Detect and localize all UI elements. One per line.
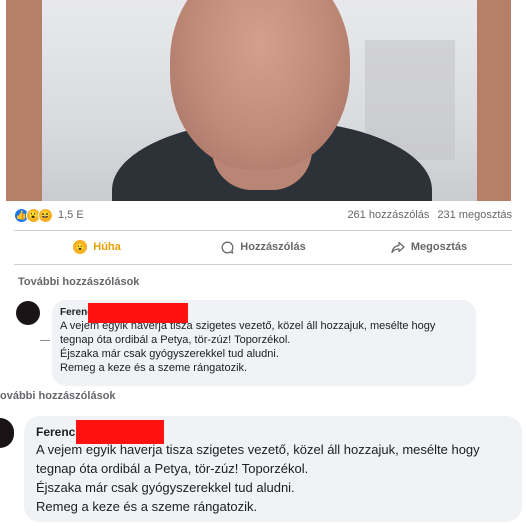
- more-comments-link[interactable]: További hozzászólások: [18, 276, 139, 288]
- video-frame[interactable]: [6, 0, 511, 201]
- comment-line: Remeg a keze és a szeme rángatozik.: [36, 499, 258, 514]
- comment-icon: [220, 240, 234, 254]
- person-face: [170, 0, 350, 170]
- share-button[interactable]: Megosztás: [346, 240, 512, 254]
- post-actions: 😮 Húha Hozzászólás Megosztás: [14, 233, 512, 261]
- react-button[interactable]: 😮 Húha: [14, 240, 180, 254]
- redaction-box: [88, 303, 188, 323]
- share-icon: [391, 240, 405, 254]
- avatar[interactable]: [16, 301, 40, 325]
- comment-line: tegnap óta ordibál a Petya, tör-zúz! Top…: [36, 461, 309, 476]
- avatar[interactable]: [0, 418, 14, 448]
- reaction-summary[interactable]: 👍 😮 😆 1,5 E: [14, 207, 84, 223]
- shares-count[interactable]: 231 megosztás: [437, 209, 512, 221]
- share-label: Megosztás: [410, 241, 468, 253]
- video-content: [42, 0, 477, 201]
- wow-icon: 😮: [73, 240, 88, 254]
- comment-line: Éjszaka már csak gyógyszerekkel tud alud…: [36, 480, 295, 495]
- divider: [14, 230, 512, 231]
- comment-line: Éjszaka már csak gyógyszerekkel tud alud…: [60, 348, 279, 360]
- reaction-count: 1,5 E: [58, 209, 84, 221]
- divider: [14, 264, 512, 265]
- thread-line: [40, 340, 50, 341]
- comment-line: tegnap óta ordibál a Petya, tör-zúz! Top…: [60, 334, 291, 346]
- post-stats: 👍 😮 😆 1,5 E 261 hozzászólás 231 megosztá…: [14, 205, 512, 225]
- haha-icon: 😆: [38, 207, 53, 223]
- comment-label: Hozzászólás: [240, 241, 306, 253]
- comment-button[interactable]: Hozzászólás: [180, 240, 346, 254]
- react-label: Húha: [93, 241, 121, 253]
- redaction-box: [76, 420, 164, 444]
- zoomed-comment-screenshot: ovábbi hozzászólások Ferenc A vejem egyi…: [0, 386, 526, 526]
- post-screenshot: 👍 😮 😆 1,5 E 261 hozzászólás 231 megosztá…: [0, 0, 526, 388]
- comment-line: Remeg a keze és a szeme rángatozik.: [60, 362, 248, 374]
- comments-count[interactable]: 261 hozzászólás: [347, 209, 429, 221]
- more-comments-link[interactable]: ovábbi hozzászólások: [0, 390, 116, 402]
